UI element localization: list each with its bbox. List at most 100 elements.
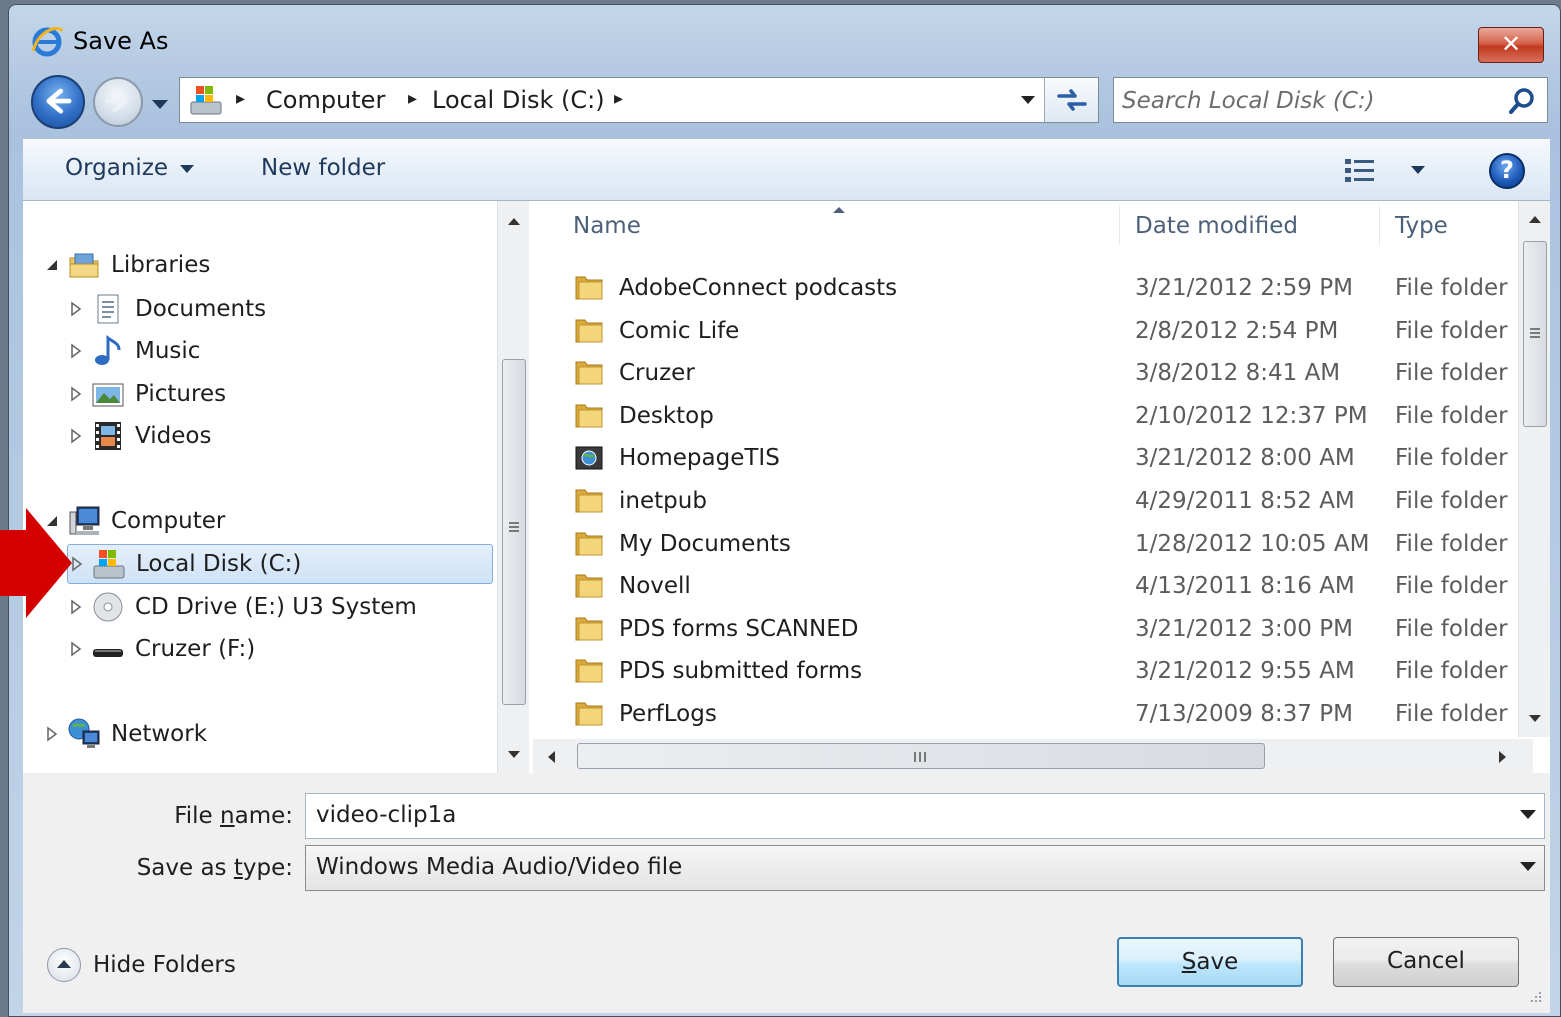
- tree-item-videos[interactable]: Videos: [67, 416, 211, 456]
- scroll-left-arrow-icon[interactable]: [545, 749, 557, 765]
- scroll-right-arrow-icon[interactable]: [1497, 749, 1509, 765]
- breadcrumb-separator-icon[interactable]: ▸: [236, 88, 245, 109]
- folder-icon: [575, 361, 603, 385]
- search-box[interactable]: [1113, 77, 1548, 123]
- folder-icon: [575, 574, 603, 598]
- scroll-up-arrow-icon[interactable]: [506, 215, 522, 227]
- file-name-field[interactable]: video-clip1a: [305, 793, 1545, 839]
- column-header-name[interactable]: Name: [573, 213, 641, 239]
- file-row[interactable]: AdobeConnect podcasts 3/21/2012 2:59 PM Fi…: [563, 267, 1533, 309]
- chevron-down-icon[interactable]: [1520, 862, 1536, 871]
- browser-content: Libraries Documents Music Pictures Video…: [23, 201, 1550, 773]
- file-name: Cruzer: [619, 360, 695, 387]
- back-button[interactable]: [31, 75, 85, 129]
- navigation-pane[interactable]: Libraries Documents Music Pictures Video…: [23, 201, 493, 773]
- folder-icon: [575, 319, 603, 343]
- file-name-value[interactable]: video-clip1a: [316, 802, 456, 828]
- file-row[interactable]: PDS forms SCANNED 3/21/2012 3:00 PM File f…: [563, 608, 1533, 650]
- recent-pages-dropdown-icon[interactable]: [149, 93, 171, 115]
- file-list-horizontal-scrollbar[interactable]: [533, 739, 1533, 773]
- column-header-date-modified[interactable]: Date modified: [1135, 213, 1298, 239]
- view-options-dropdown-icon[interactable]: [1409, 163, 1427, 177]
- file-date-modified: 3/21/2012 9:55 AM: [1135, 658, 1355, 685]
- tree-item-libraries[interactable]: Libraries: [43, 245, 210, 285]
- breadcrumb-separator-icon[interactable]: ▸: [614, 88, 623, 109]
- breadcrumb-separator-icon[interactable]: ▸: [408, 88, 417, 109]
- chevron-down-icon[interactable]: [1520, 810, 1536, 819]
- file-name: inetpub: [619, 488, 707, 514]
- scroll-down-arrow-icon[interactable]: [1527, 713, 1543, 725]
- folder-icon: [575, 532, 603, 556]
- web-folder-icon: [575, 446, 603, 470]
- save-button[interactable]: Save: [1117, 937, 1303, 987]
- scroll-down-arrow-icon[interactable]: [506, 749, 522, 761]
- organize-button[interactable]: Organize: [65, 155, 195, 181]
- window-title: Save As: [73, 27, 169, 55]
- refresh-icon: [1057, 89, 1087, 111]
- navigation-pane-scrollbar[interactable]: [497, 201, 529, 773]
- column-divider[interactable]: [1379, 205, 1380, 245]
- tree-item-network[interactable]: Network: [43, 714, 207, 754]
- address-dropdown-icon[interactable]: [1018, 90, 1038, 110]
- scroll-up-arrow-icon[interactable]: [1527, 213, 1543, 225]
- save-as-type-select[interactable]: Windows Media Audio/Video file: [305, 845, 1545, 891]
- collapsed-triangle-icon[interactable]: [67, 427, 85, 445]
- file-row[interactable]: Comic Life 2/8/2012 2:54 PM File folder: [563, 310, 1533, 352]
- file-row[interactable]: Cruzer 3/8/2012 8:41 AM File folder: [563, 352, 1533, 394]
- collapsed-triangle-icon[interactable]: [67, 342, 85, 360]
- refresh-button[interactable]: [1044, 78, 1098, 122]
- change-view-icon[interactable]: [1343, 157, 1377, 185]
- scrollbar-thumb[interactable]: [502, 359, 526, 705]
- new-folder-button[interactable]: New folder: [261, 155, 385, 181]
- file-date-modified: 3/21/2012 3:00 PM: [1135, 615, 1353, 642]
- column-divider[interactable]: [1119, 205, 1120, 245]
- file-row[interactable]: HomepageTIS 3/21/2012 8:00 AM File folder: [563, 437, 1533, 479]
- resize-grip-icon[interactable]: [1524, 989, 1544, 1009]
- file-type: File folder: [1395, 275, 1508, 301]
- tree-item-pictures[interactable]: Pictures: [67, 374, 226, 414]
- address-bar[interactable]: ▸ Computer ▸ Local Disk (C:) ▸: [179, 77, 1099, 123]
- grip-icon: [1530, 328, 1540, 338]
- forward-button[interactable]: [93, 77, 143, 127]
- save-type-value: Windows Media Audio/Video file: [316, 854, 683, 880]
- tree-item-cruzer[interactable]: Cruzer (F:): [67, 629, 255, 669]
- collapsed-triangle-icon[interactable]: [43, 725, 61, 743]
- file-list[interactable]: Name Date modified Type AdobeConnect pod…: [533, 201, 1550, 773]
- cancel-button[interactable]: Cancel: [1333, 937, 1519, 987]
- breadcrumb-computer[interactable]: Computer: [266, 86, 385, 114]
- tree-item-local-disk[interactable]: Local Disk (C:): [67, 544, 493, 584]
- close-button[interactable]: ✕: [1478, 27, 1544, 63]
- file-row[interactable]: PDS submitted forms 3/21/2012 9:55 AM File…: [563, 650, 1533, 692]
- file-row[interactable]: Novell 4/13/2011 8:16 AM File folder: [563, 565, 1533, 607]
- file-list-scrollbar[interactable]: [1518, 201, 1550, 737]
- title-bar: Save As ✕: [9, 5, 1560, 69]
- folder-icon: [575, 617, 603, 641]
- file-date-modified: 1/28/2012 10:05 AM: [1135, 530, 1370, 557]
- expanded-triangle-icon[interactable]: [43, 256, 61, 274]
- folder-icon: [575, 404, 603, 428]
- scrollbar-thumb[interactable]: [1523, 241, 1547, 427]
- collapsed-triangle-icon[interactable]: [67, 640, 85, 658]
- collapsed-triangle-icon[interactable]: [67, 385, 85, 403]
- collapsed-triangle-icon[interactable]: [67, 300, 85, 318]
- file-row[interactable]: PerfLogs 7/13/2009 8:37 PM File folder: [563, 693, 1533, 735]
- tree-item-cd-drive[interactable]: CD Drive (E:) U3 System: [67, 587, 417, 627]
- removable-drive-icon: [93, 649, 123, 657]
- hide-folders-button[interactable]: Hide Folders: [47, 945, 236, 985]
- file-name: Comic Life: [619, 317, 740, 344]
- file-row[interactable]: My Documents 1/28/2012 10:05 AM File folde…: [563, 523, 1533, 565]
- help-icon[interactable]: ?: [1489, 153, 1525, 189]
- file-type: File folder: [1395, 530, 1508, 557]
- tree-item-documents[interactable]: Documents: [67, 289, 266, 329]
- column-header-type[interactable]: Type: [1395, 213, 1448, 239]
- file-row[interactable]: Desktop 2/10/2012 12:37 PM File folder: [563, 395, 1533, 437]
- search-input[interactable]: [1122, 84, 1492, 118]
- file-date-modified: 2/10/2012 12:37 PM: [1135, 402, 1368, 429]
- file-row[interactable]: inetpub 4/29/2011 8:52 AM File folder: [563, 480, 1533, 522]
- breadcrumb-local-disk[interactable]: Local Disk (C:): [432, 86, 605, 114]
- scrollbar-thumb[interactable]: [577, 743, 1265, 769]
- search-icon[interactable]: [1507, 86, 1537, 116]
- file-type: File folder: [1395, 445, 1508, 472]
- tree-item-music[interactable]: Music: [67, 331, 200, 371]
- file-name: My Documents: [619, 530, 791, 557]
